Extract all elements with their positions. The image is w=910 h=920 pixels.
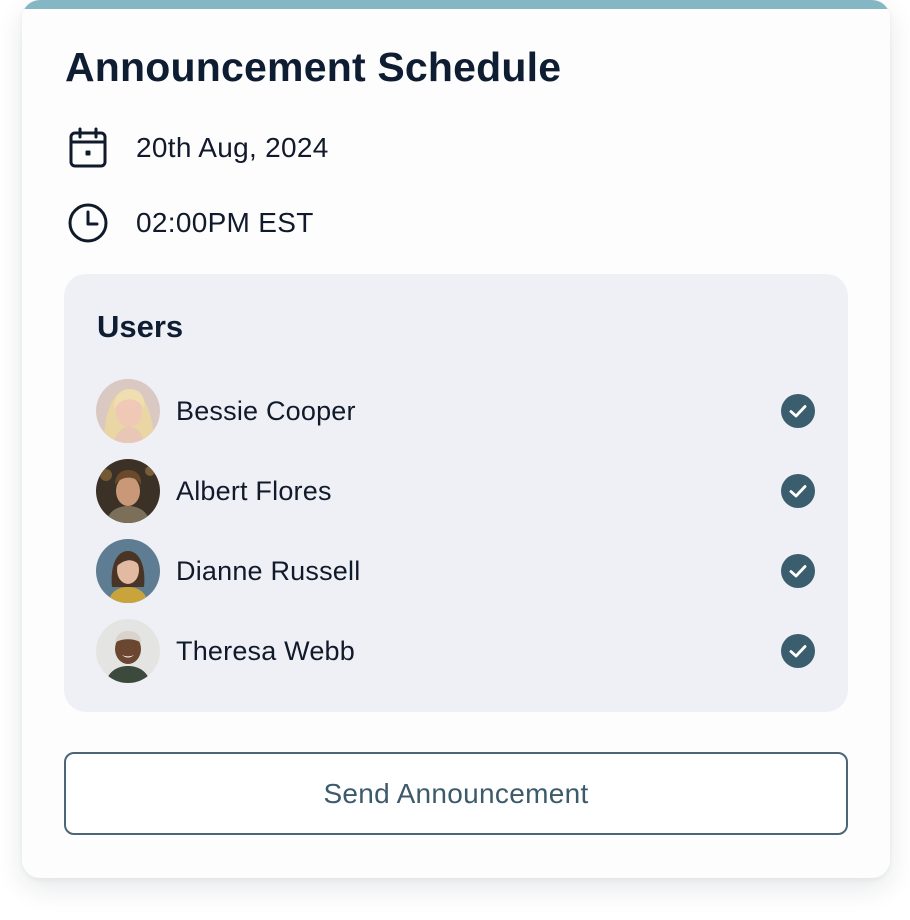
- check-circle-icon[interactable]: [781, 554, 815, 588]
- check-circle-icon[interactable]: [781, 634, 815, 668]
- schedule-time: 02:00PM EST: [67, 201, 314, 245]
- clock-icon: [67, 202, 109, 244]
- user-name: Theresa Webb: [176, 635, 355, 666]
- avatar: [96, 539, 160, 603]
- user-name: Bessie Cooper: [176, 395, 356, 426]
- user-row-bessie-cooper[interactable]: Bessie Cooper: [96, 379, 816, 443]
- schedule-time-text: 02:00PM EST: [136, 207, 314, 238]
- schedule-date-text: 20th Aug, 2024: [136, 132, 329, 163]
- user-row-theresa-webb[interactable]: Theresa Webb: [96, 619, 816, 683]
- announcement-schedule-card: Announcement Schedule 20th Aug, 2024 02:…: [22, 0, 890, 878]
- user-row-dianne-russell[interactable]: Dianne Russell: [96, 539, 816, 603]
- send-announcement-button[interactable]: Send Announcement: [64, 752, 848, 835]
- avatar: [96, 379, 160, 443]
- check-circle-icon[interactable]: [781, 474, 815, 508]
- user-name: Albert Flores: [176, 475, 332, 506]
- avatar: [96, 619, 160, 683]
- users-heading: Users: [97, 309, 184, 344]
- schedule-date: 20th Aug, 2024: [67, 126, 329, 170]
- card-title: Announcement Schedule: [65, 44, 562, 90]
- avatar: [96, 459, 160, 523]
- card-accent-bar: [22, 0, 890, 9]
- user-row-albert-flores[interactable]: Albert Flores: [96, 459, 816, 523]
- user-list: Bessie Cooper Albert Flores Dianne Russe…: [96, 379, 816, 699]
- user-name: Dianne Russell: [176, 555, 361, 586]
- check-circle-icon[interactable]: [781, 394, 815, 428]
- calendar-icon: [67, 127, 109, 169]
- users-panel: Users Bessie Cooper Albert Flores Dianne…: [64, 274, 848, 712]
